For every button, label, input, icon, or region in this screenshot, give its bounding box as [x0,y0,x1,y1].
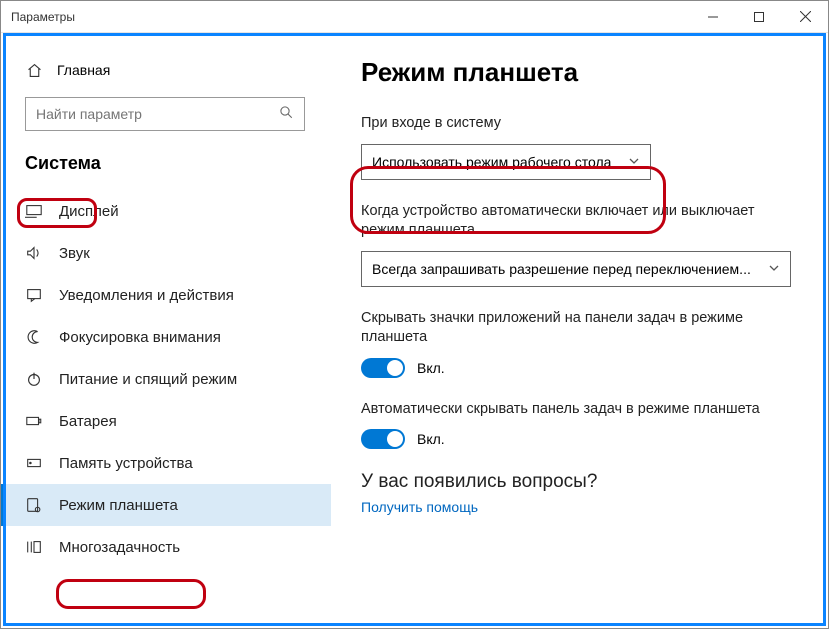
settings-window: Параметры Главная [0,0,829,629]
chevron-down-icon [768,261,780,277]
hidetaskbar-state: Вкл. [417,431,445,447]
battery-icon [25,412,43,430]
sidebar-item-label: Уведомления и действия [59,287,234,304]
page-title: Режим планшета [361,57,796,88]
display-icon [25,202,43,220]
close-button[interactable] [782,1,828,33]
hidetaskbar-toggle[interactable] [361,429,405,449]
sidebar-item-battery[interactable]: Батарея [1,400,331,442]
titlebar: Параметры [1,1,828,33]
home-label: Главная [57,62,110,78]
sidebar-item-display[interactable]: Дисплей [1,190,331,232]
sound-icon [25,244,43,262]
content-panel: Режим планшета При входе в систему Испол… [331,33,828,628]
sidebar-item-notifications[interactable]: Уведомления и действия [1,274,331,316]
window-title: Параметры [11,10,690,24]
sidebar-item-label: Питание и спящий режим [59,371,237,388]
window-body: Главная Система Дисплей Звук [1,33,828,628]
sidebar-item-label: Батарея [59,413,117,430]
sidebar-item-label: Режим планшета [59,497,178,514]
notifications-icon [25,286,43,304]
search-icon [279,105,294,123]
minimize-button[interactable] [690,1,736,33]
search-container [1,97,331,145]
hideicons-label: Скрывать значки приложений на панели зад… [361,309,796,348]
search-input[interactable] [25,97,305,131]
sidebar: Главная Система Дисплей Звук [1,33,331,628]
multitask-icon [25,538,43,556]
signin-combo-value: Использовать режим рабочего стола [372,154,611,170]
hideicons-setting: Скрывать значки приложений на панели зад… [361,309,796,378]
hidetaskbar-label: Автоматически скрывать панель задач в ре… [361,400,796,420]
sidebar-item-label: Многозадачность [59,539,180,556]
signin-setting: При входе в систему Использовать режим р… [361,114,796,180]
sidebar-item-label: Фокусировка внимания [59,329,221,346]
tablet-icon [25,496,43,514]
sidebar-item-tablet[interactable]: Режим планшета [1,484,331,526]
section-title: Система [1,145,331,190]
sidebar-item-focus[interactable]: Фокусировка внимания [1,316,331,358]
autoswitch-combo-value: Всегда запрашивать разрешение перед пере… [372,261,751,277]
help-link[interactable]: Получить помощь [361,499,796,515]
chevron-down-icon [628,154,640,170]
autoswitch-setting: Когда устройство автоматически включает … [361,202,796,287]
sidebar-item-multitask[interactable]: Многозадачность [1,526,331,568]
hidetaskbar-setting: Автоматически скрывать панель задач в ре… [361,400,796,450]
maximize-button[interactable] [736,1,782,33]
sidebar-item-label: Дисплей [59,203,119,220]
hideicons-state: Вкл. [417,360,445,376]
storage-icon [25,454,43,472]
home-icon [25,61,43,79]
sidebar-item-power[interactable]: Питание и спящий режим [1,358,331,400]
sidebar-item-label: Звук [59,245,90,262]
hideicons-toggle[interactable] [361,358,405,378]
signin-combo[interactable]: Использовать режим рабочего стола [361,144,651,180]
sidebar-item-label: Память устройства [59,455,193,472]
help-heading: У вас появились вопросы? [361,471,796,493]
focus-icon [25,328,43,346]
search-field[interactable] [36,106,279,122]
autoswitch-label: Когда устройство автоматически включает … [361,202,796,241]
signin-label: При входе в систему [361,114,796,134]
sidebar-item-sound[interactable]: Звук [1,232,331,274]
autoswitch-combo[interactable]: Всегда запрашивать разрешение перед пере… [361,251,791,287]
power-icon [25,370,43,388]
sidebar-item-storage[interactable]: Память устройства [1,442,331,484]
home-link[interactable]: Главная [1,51,331,97]
